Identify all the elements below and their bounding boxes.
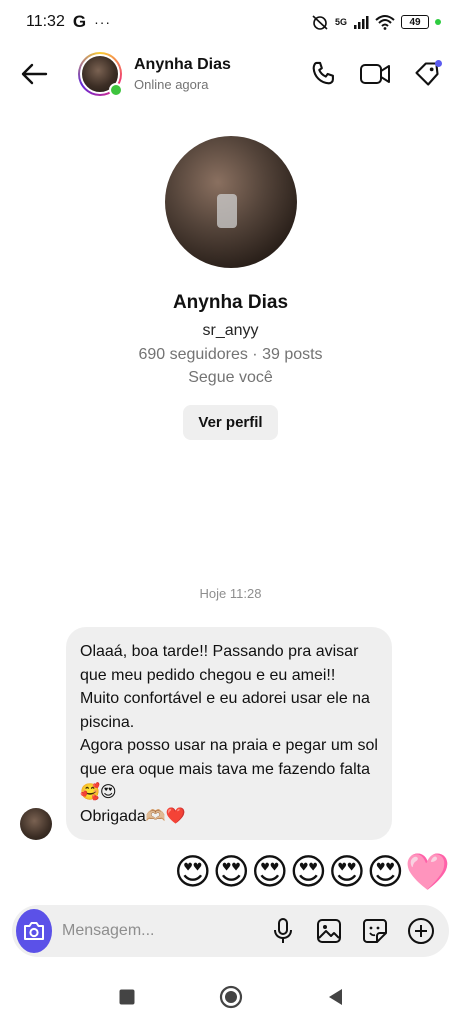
contact-name: Anynha Dias (134, 56, 231, 73)
sender-avatar[interactable] (20, 808, 52, 840)
microphone-icon (274, 918, 292, 943)
privacy-indicator-icon (435, 19, 441, 25)
system-nav-bar (0, 970, 461, 1024)
incoming-message-row: Olaaá, boa tarde!! Passando pra avisar q… (20, 627, 392, 840)
chat-header: Anynha Dias Online agora (0, 44, 461, 104)
header-actions (307, 58, 443, 90)
image-icon (317, 919, 341, 943)
video-call-button[interactable] (359, 58, 391, 90)
contact-status: Online agora (134, 77, 209, 92)
view-profile-button[interactable]: Ver perfil (183, 405, 278, 440)
profile-card: Anynha Dias sr_anyy 690 seguidores · 39 … (0, 136, 461, 440)
message-timestamp: Hoje 11:28 (199, 586, 262, 601)
plus-circle-icon (408, 918, 434, 944)
profile-avatar[interactable] (164, 136, 297, 268)
tag-button[interactable] (411, 58, 443, 90)
status-time: 11:32 (26, 13, 65, 30)
network-type: 5G (334, 17, 347, 27)
battery-icon: 49 (401, 15, 429, 29)
sticker-button[interactable] (361, 917, 389, 945)
alarm-off-icon (312, 15, 328, 30)
message-input[interactable] (62, 922, 269, 940)
more-options-button[interactable] (407, 917, 435, 945)
header-info[interactable]: Anynha Dias Online agora (134, 56, 231, 92)
message-bubble[interactable]: Olaaá, boa tarde!! Passando pra avisar q… (66, 627, 392, 840)
online-indicator (109, 83, 123, 97)
composer-actions (269, 917, 435, 945)
camera-icon (24, 922, 44, 940)
more-notifications-icon: ··· (94, 14, 112, 30)
camera-button[interactable] (16, 909, 52, 953)
back-nav-button[interactable] (323, 985, 347, 1009)
voice-message-button[interactable] (269, 917, 297, 945)
signal-icon (354, 16, 369, 29)
profile-username: sr_anyy (202, 322, 259, 339)
google-icon: G (72, 12, 87, 31)
status-left: 11:32 G ··· (26, 12, 111, 32)
message-composer (12, 905, 449, 957)
profile-name: Anynha Dias (172, 292, 289, 313)
recents-button[interactable] (115, 985, 139, 1009)
circle-icon (219, 985, 242, 1009)
square-icon (119, 989, 134, 1005)
gallery-button[interactable] (315, 917, 343, 945)
triangle-back-icon (328, 989, 342, 1005)
video-camera-icon (360, 64, 390, 84)
home-button[interactable] (219, 985, 243, 1009)
profile-stats: 690 seguidores · 39 posts (138, 346, 323, 363)
status-right: 5G 49 (311, 14, 441, 30)
outgoing-emoji-message[interactable]: 😍😍😍😍😍😍🩷 (174, 850, 451, 894)
header-avatar[interactable] (78, 52, 123, 97)
sticker-icon (363, 919, 387, 943)
arrow-left-icon (21, 63, 48, 85)
notification-dot (435, 60, 442, 67)
wifi-icon (375, 15, 395, 30)
phone-icon (312, 61, 334, 85)
call-button[interactable] (307, 58, 339, 90)
back-button[interactable] (18, 58, 50, 90)
follows-you-label: Segue você (188, 369, 273, 386)
status-bar: 11:32 G ··· 5G 49 (0, 0, 461, 44)
